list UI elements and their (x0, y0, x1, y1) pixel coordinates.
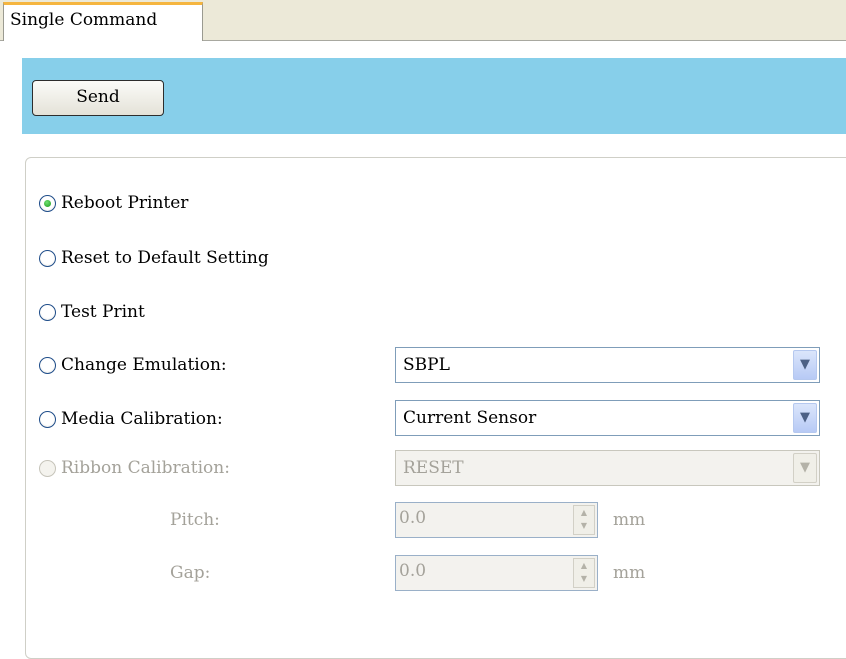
chevron-down-icon[interactable]: ▼ (793, 350, 817, 380)
ribbon-calibration-label: Ribbon Calibration: (61, 458, 230, 478)
option-reboot-printer[interactable]: Reboot Printer (39, 190, 188, 216)
option-change-emulation[interactable]: Change Emulation: (39, 352, 227, 378)
ribbon-calibration-value: RESET (403, 458, 464, 478)
gap-value: 0.0 (399, 561, 427, 581)
test-print-label: Test Print (61, 302, 145, 322)
change-emulation-label: Change Emulation: (61, 355, 227, 375)
media-calibration-select[interactable]: Current Sensor ▼ (395, 400, 820, 436)
pitch-unit: mm (613, 510, 646, 530)
gap-label: Gap: (170, 563, 211, 583)
pitch-stepper: 0.0 ▲ ▼ (395, 502, 598, 538)
gap-unit: mm (613, 563, 646, 583)
radio-test-print[interactable] (39, 303, 56, 321)
tab-single-command[interactable]: Single Command (3, 2, 203, 41)
ribbon-calibration-select: RESET ▼ (395, 450, 820, 486)
option-reset-default[interactable]: Reset to Default Setting (39, 245, 269, 271)
option-test-print[interactable]: Test Print (39, 299, 145, 325)
chevron-down-icon: ▼ (793, 453, 817, 483)
pitch-value: 0.0 (399, 508, 427, 528)
radio-reset-default[interactable] (39, 249, 56, 267)
radio-change-emulation[interactable] (39, 356, 56, 374)
media-calibration-value: Current Sensor (403, 408, 537, 428)
spinner-arrows-icon: ▲ ▼ (573, 558, 595, 588)
reboot-printer-label: Reboot Printer (61, 193, 189, 213)
radio-reboot-printer[interactable] (39, 194, 56, 212)
media-calibration-label: Media Calibration: (61, 409, 223, 429)
spinner-arrows-icon: ▲ ▼ (573, 505, 595, 535)
option-media-calibration[interactable]: Media Calibration: (39, 406, 223, 432)
send-button[interactable]: Send (32, 80, 164, 116)
reset-default-label: Reset to Default Setting (61, 248, 269, 268)
radio-media-calibration[interactable] (39, 410, 56, 428)
option-ribbon-calibration: Ribbon Calibration: (39, 455, 230, 481)
chevron-down-icon[interactable]: ▼ (793, 403, 817, 433)
emulation-select[interactable]: SBPL ▼ (395, 347, 820, 383)
tab-strip: Single Command (0, 0, 846, 41)
toolbar: Send (22, 58, 846, 134)
gap-stepper: 0.0 ▲ ▼ (395, 555, 598, 591)
radio-ribbon-calibration (39, 459, 56, 477)
emulation-value: SBPL (403, 355, 450, 375)
pitch-label: Pitch: (170, 510, 220, 530)
